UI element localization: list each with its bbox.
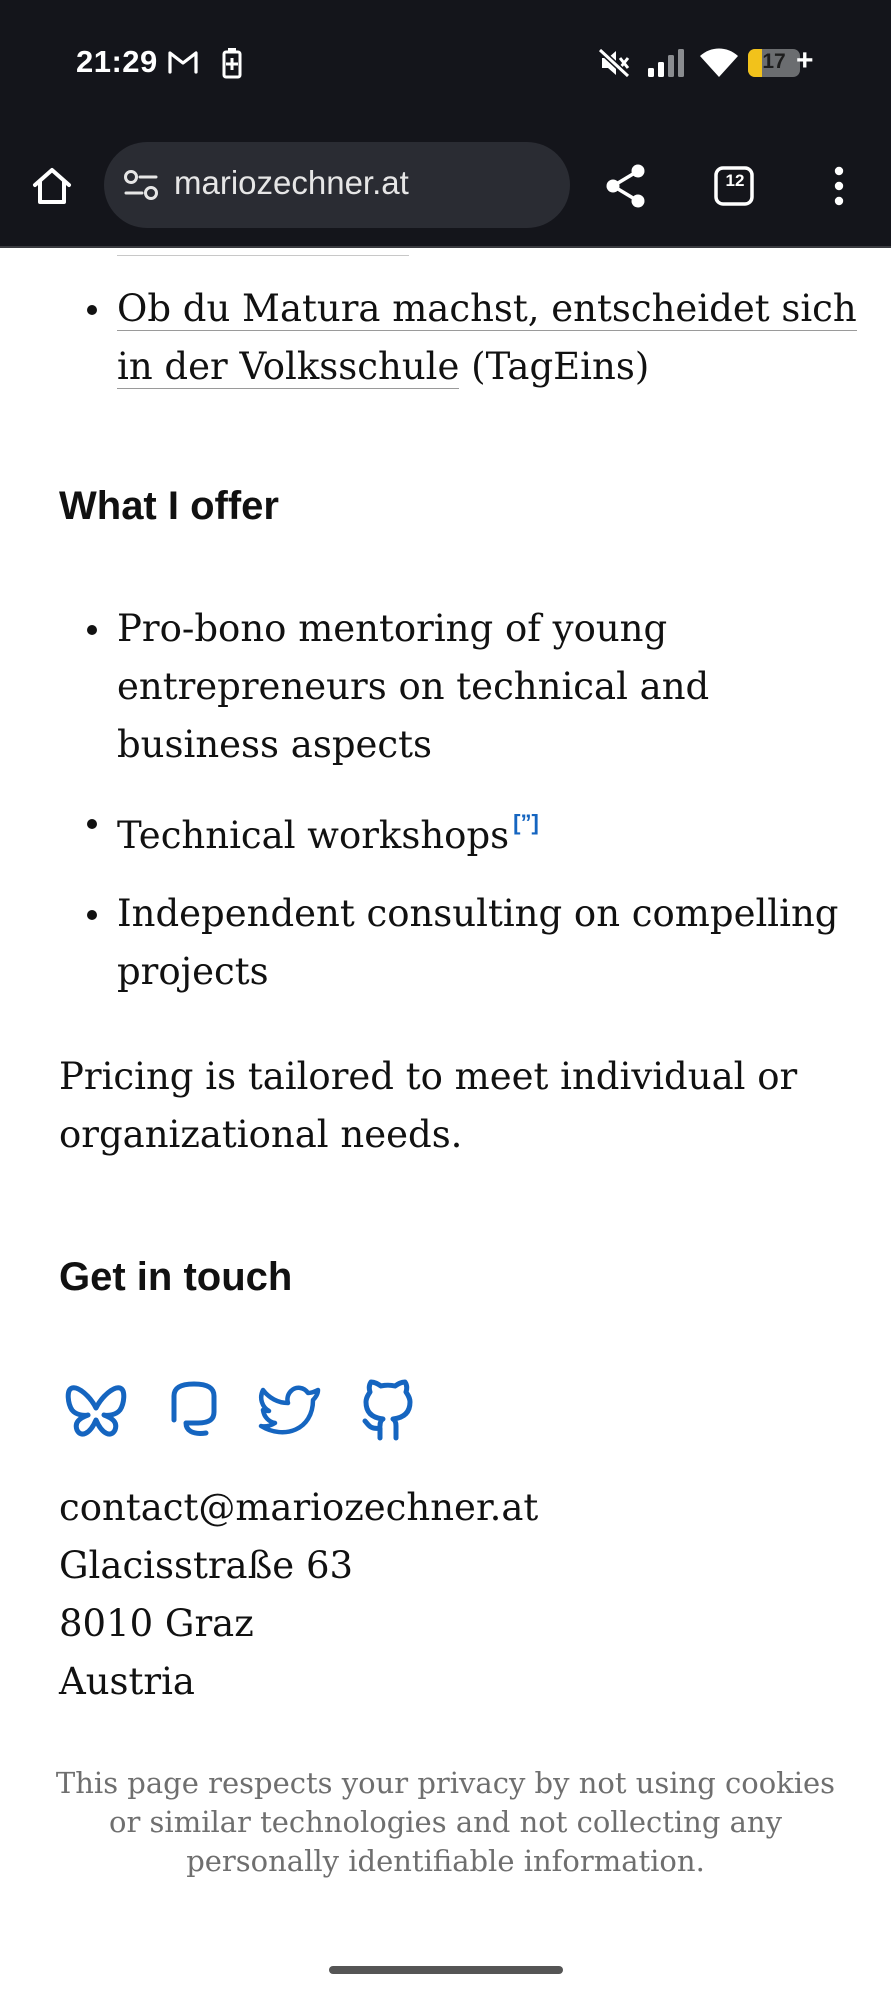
battery-indicator: 17 [748,49,800,77]
twitter-icon[interactable] [258,1378,322,1442]
offer-heading: What I offer [59,484,279,528]
offer-item-mentoring: Pro-bono mentoring of young entrepreneur… [0,600,891,774]
url-text[interactable]: mariozechner.at [174,164,409,202]
charging-indicator: + [796,44,814,77]
share-button[interactable] [596,156,656,216]
article-source: (TagEins) [459,345,650,388]
share-icon [606,164,645,208]
contact-heading: Get in touch [59,1255,293,1299]
more-menu-icon [834,166,844,206]
gesture-home-indicator[interactable] [329,1966,563,1974]
offer-item-text: Technical workshops [117,814,510,857]
gmail-icon [168,51,198,74]
home-icon [33,168,71,204]
mastodon-icon[interactable] [162,1378,226,1442]
offer-list: Pro-bono mentoring of young entrepreneur… [0,600,891,1001]
tab-count: 12 [725,171,745,190]
address-bar[interactable]: mariozechner.at [104,142,570,228]
previous-link-underline [117,255,409,256]
contact-address: contact@mariozechner.at Glacisstraße 63 … [59,1479,859,1711]
pricing-text: Pricing is tailored to meet individual o… [59,1055,798,1156]
signal-icon [648,49,684,77]
status-bar: 21:29 17 + [0,0,891,130]
github-icon[interactable] [356,1378,420,1442]
battery-level-text: 17 [762,50,786,73]
offer-item-workshops: Technical workshops [”] [0,794,891,865]
site-settings-icon[interactable] [122,167,160,203]
privacy-note: This page respects your privacy by not u… [55,1766,836,1878]
list-item: Ob du Matura machst, entscheidet sich in… [0,280,891,396]
battery-saver-icon [222,48,242,79]
browser-toolbar: mariozechner.at 12 [0,130,891,248]
offer-item-text: Pro-bono mentoring of young entrepreneur… [117,607,710,766]
contact-street: Glacisstraße 63 [59,1544,354,1587]
more-menu-button[interactable] [814,156,864,216]
bluesky-icon[interactable] [64,1378,128,1442]
contact-city: 8010 Graz [59,1602,254,1645]
offer-item-text: Independent consulting on compelling pro… [117,892,839,993]
offer-item-consulting: Independent consulting on compelling pro… [0,885,891,1001]
contact-email[interactable]: contact@mariozechner.at [59,1479,859,1537]
tabs-button[interactable]: 12 [707,162,763,212]
previous-articles-list: Ob du Matura machst, entscheidet sich in… [0,280,891,396]
workshops-quote-link[interactable]: [”] [513,810,539,835]
contact-country: Austria [59,1660,195,1703]
mute-icon [598,48,630,78]
wifi-icon [700,48,738,77]
home-button[interactable] [22,156,82,216]
status-time: 21:29 [76,44,158,79]
